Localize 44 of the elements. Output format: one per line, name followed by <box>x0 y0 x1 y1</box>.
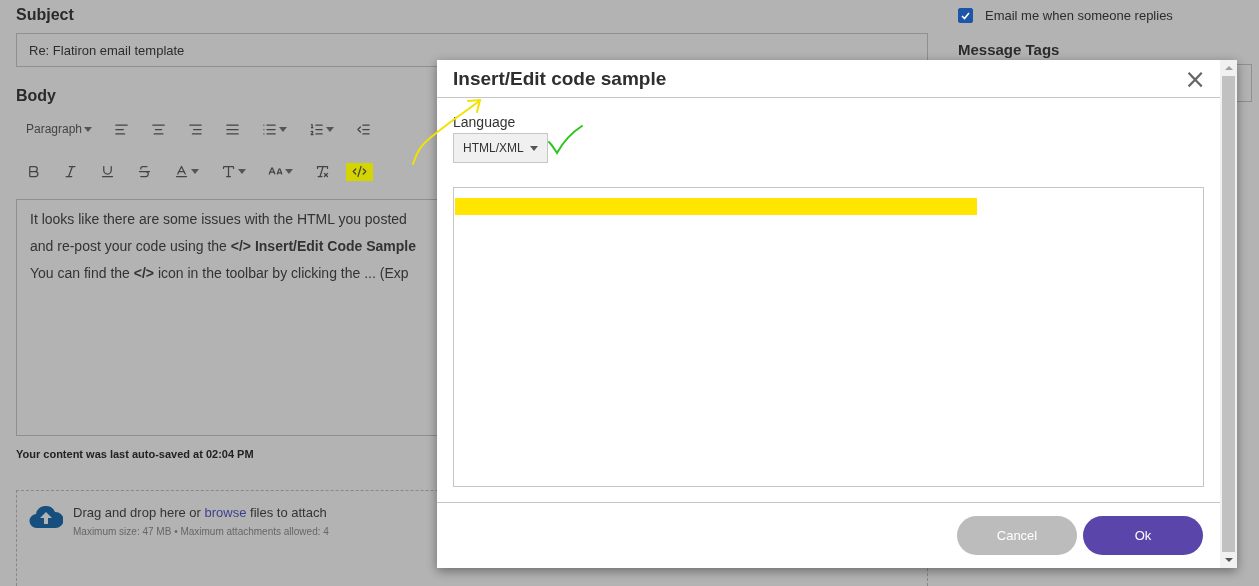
body-text-line: You can find the </> icon in the toolbar by clicking the ... (Exp <box>30 263 409 283</box>
paragraph-select[interactable]: Paragraph <box>20 120 99 139</box>
attach-limits: Maximum size: 47 MB • Maximum attachments allowed: 4 <box>73 525 329 537</box>
bullet-list-icon <box>262 121 278 137</box>
clear-format-icon <box>315 164 330 180</box>
caret-icon <box>326 126 335 132</box>
email-checkbox-label: Email me when someone replies <box>985 8 1173 23</box>
language-select[interactable]: HTML/XML <box>453 133 548 163</box>
email-checkbox[interactable] <box>958 8 973 23</box>
dialog-title: Insert/Edit code sample <box>453 67 667 90</box>
code-button[interactable] <box>346 162 373 181</box>
autosave-note: Your content was last auto-saved at 02:04 PM <box>16 447 255 460</box>
bold-icon <box>26 164 41 180</box>
caret-icon <box>285 169 293 175</box>
code-icon <box>352 164 367 180</box>
subject-label: Subject <box>16 6 75 24</box>
body-label: Body <box>16 87 57 106</box>
numbered-list-icon <box>309 121 325 137</box>
ok-button[interactable]: Ok <box>1083 516 1203 555</box>
underline-icon <box>100 164 115 180</box>
body-text-line: and re-post your code using the </> Insert/Edit Code Sample <box>30 236 416 256</box>
font-size-icon <box>221 164 236 180</box>
browse-link[interactable]: browse <box>204 504 247 520</box>
close-button[interactable]: × <box>1184 65 1206 92</box>
scrollbar[interactable] <box>1220 60 1237 568</box>
check-mark-drawing <box>547 124 584 155</box>
align-justify-icon <box>225 121 241 137</box>
outdent-icon <box>356 121 372 137</box>
align-left-icon <box>114 121 130 137</box>
text-color-icon <box>174 164 189 180</box>
caret-icon <box>84 126 93 132</box>
caret-icon <box>238 169 246 175</box>
message-tags-label: Message Tags <box>958 41 1061 58</box>
align-right-icon <box>188 121 204 137</box>
caret-icon <box>279 126 288 132</box>
checkmark-icon <box>961 11 970 20</box>
caret-icon <box>191 169 199 175</box>
attach-instructions: Drag and drop here or browse files to attach <box>73 504 328 520</box>
body-text-line: It looks like there are some issues with the HTML you posted <box>30 209 407 229</box>
align-center-icon <box>151 121 167 137</box>
language-label: Language <box>453 114 517 130</box>
strikethrough-icon <box>137 164 152 180</box>
caret-icon <box>529 145 538 151</box>
italic-icon <box>63 164 78 180</box>
